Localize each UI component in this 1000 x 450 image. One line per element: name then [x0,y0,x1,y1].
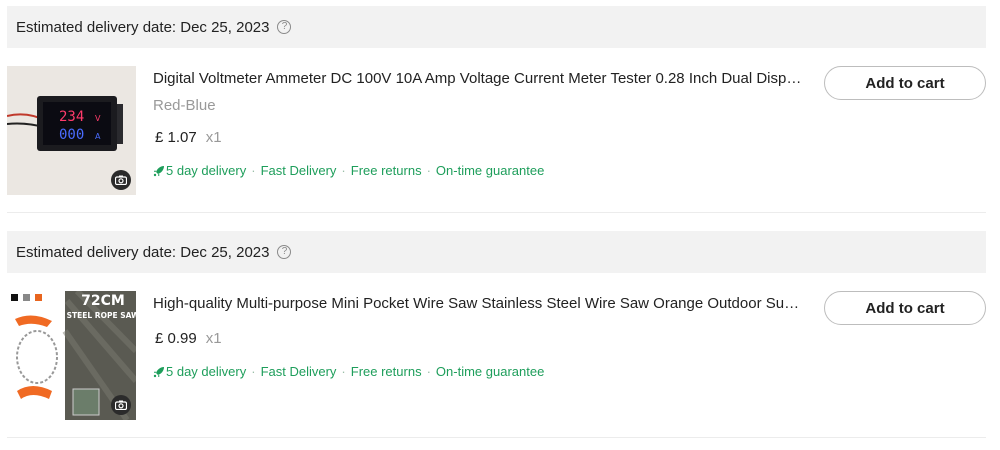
image-caption-big: 72CM [81,293,125,309]
question-circle-icon[interactable]: ? [277,20,292,34]
badge-on-time-guarantee: On-time guarantee [435,364,545,379]
add-to-cart-button[interactable]: Add to cart [824,66,986,100]
cart-item: 72CM STEEL ROPE SAW High-quality Multi-p… [7,291,986,421]
delivery-date-bar: Estimated delivery date: Dec 25, 2023 ? [7,231,986,273]
badge-on-time-guarantee: On-time guarantee [435,163,545,178]
product-price: £ 0.99 [155,330,197,347]
product-image[interactable]: 72CM STEEL ROPE SAW [7,291,136,420]
camera-icon[interactable] [111,395,131,415]
delivery-date-text: Estimated delivery date: Dec 25, 2023 [16,243,270,261]
price-row: £ 1.07 x1 [155,129,222,146]
badge-fast-delivery: Fast Delivery [260,364,337,379]
divider [7,437,986,438]
image-caption-small: STEEL ROPE SAW [67,311,136,320]
rocket-icon [153,165,164,176]
product-variant: Red-Blue [153,97,216,114]
delivery-date-bar: Estimated delivery date: Dec 25, 2023 ? [7,6,986,48]
cart-item: 234 V 000 A Digital Voltmeter Ammeter DC… [7,66,986,196]
rocket-icon [153,366,164,377]
badge-5-day-delivery: 5 day delivery [166,364,247,379]
badge-5-day-delivery: 5 day delivery [166,163,247,178]
product-quantity: x1 [205,129,222,146]
price-row: £ 0.99 x1 [155,330,222,347]
product-price: £ 1.07 [155,129,197,146]
delivery-badges: 5 day delivery · Fast Delivery · Free re… [153,364,544,379]
camera-icon[interactable] [111,170,131,190]
divider [7,212,986,213]
product-title[interactable]: Digital Voltmeter Ammeter DC 100V 10A Am… [153,70,803,87]
product-image[interactable]: 234 V 000 A [7,66,136,195]
product-quantity: x1 [205,330,222,347]
display-bottom-unit: A [95,132,101,141]
display-bottom-value: 000 [59,127,84,143]
delivery-date-text: Estimated delivery date: Dec 25, 2023 [16,18,270,36]
display-top-value: 234 [59,109,84,125]
product-title[interactable]: High-quality Multi-purpose Mini Pocket W… [153,295,803,312]
add-to-cart-button[interactable]: Add to cart [824,291,986,325]
display-top-unit: V [95,114,101,123]
badge-fast-delivery: Fast Delivery [260,163,337,178]
badge-free-returns: Free returns [350,163,422,178]
badge-free-returns: Free returns [350,364,422,379]
question-circle-icon[interactable]: ? [277,245,292,259]
delivery-badges: 5 day delivery · Fast Delivery · Free re… [153,163,544,178]
